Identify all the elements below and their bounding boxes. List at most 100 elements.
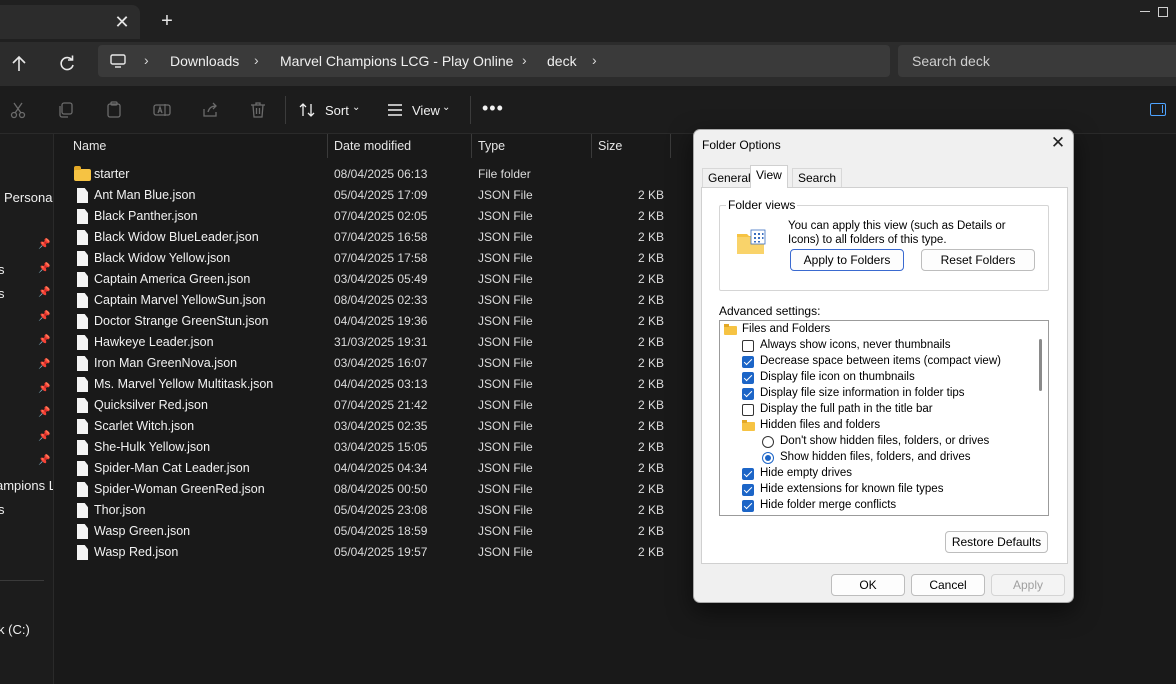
setting-item[interactable]: Display file icon on thumbnails bbox=[720, 370, 1035, 386]
sidebar-item-pinned-3[interactable]: s bbox=[0, 502, 5, 517]
copy-icon[interactable] bbox=[57, 101, 75, 119]
breadcrumb-chevron-icon[interactable]: › bbox=[144, 52, 149, 68]
address-bar[interactable]: › Downloads › Marvel Champions LCG - Pla… bbox=[98, 45, 890, 77]
reset-folders-button[interactable]: Reset Folders bbox=[921, 249, 1035, 271]
cancel-button[interactable]: Cancel bbox=[911, 574, 985, 596]
file-row[interactable]: Captain America Green.json 03/04/2025 05:… bbox=[55, 269, 695, 290]
maximize-icon[interactable] bbox=[1158, 7, 1168, 17]
setting-item[interactable]: Decrease space between items (compact vi… bbox=[720, 354, 1035, 370]
cut-icon[interactable] bbox=[9, 101, 27, 119]
apply-to-folders-button[interactable]: Apply to Folders bbox=[790, 249, 904, 271]
file-row[interactable]: Ms. Marvel Yellow Multitask.json 04/04/20… bbox=[55, 374, 695, 395]
file-row[interactable]: Black Panther.json 07/04/2025 02:05 JSON F… bbox=[55, 206, 695, 227]
radio-button[interactable] bbox=[762, 436, 774, 448]
file-row[interactable]: Doctor Strange GreenStun.json 04/04/2025 … bbox=[55, 311, 695, 332]
file-row[interactable]: Spider-Man Cat Leader.json 04/04/2025 04:… bbox=[55, 458, 695, 479]
pin-icon[interactable]: 📌 bbox=[38, 408, 50, 418]
breadcrumb-marvel-champions[interactable]: Marvel Champions LCG - Play Online bbox=[280, 53, 513, 69]
sidebar-item-pinned-2[interactable]: s bbox=[0, 286, 5, 301]
checkbox[interactable] bbox=[742, 340, 754, 352]
pin-icon[interactable]: 📌 bbox=[38, 312, 50, 322]
search-input[interactable]: Search deck bbox=[898, 45, 1176, 77]
breadcrumb-chevron-icon[interactable]: › bbox=[592, 52, 597, 68]
delete-icon[interactable] bbox=[249, 101, 267, 119]
tab-search[interactable]: Search bbox=[792, 168, 843, 187]
radio-button[interactable] bbox=[762, 452, 774, 464]
pin-icon[interactable]: 📌 bbox=[38, 288, 50, 298]
breadcrumb-chevron-icon[interactable]: › bbox=[522, 52, 527, 68]
setting-item[interactable]: Don't show hidden files, folders, or dri… bbox=[720, 434, 1035, 450]
checkbox[interactable] bbox=[742, 404, 754, 416]
apply-button[interactable]: Apply bbox=[991, 574, 1065, 596]
file-row[interactable]: Scarlet Witch.json 03/04/2025 02:35 JSON F… bbox=[55, 416, 695, 437]
file-row[interactable]: Captain Marvel YellowSun.json 08/04/2025 … bbox=[55, 290, 695, 311]
checkbox[interactable] bbox=[742, 388, 754, 400]
tab-general[interactable]: General bbox=[702, 168, 757, 187]
column-header-type[interactable]: Type bbox=[478, 134, 505, 158]
breadcrumb-downloads[interactable]: Downloads bbox=[170, 53, 239, 69]
pin-icon[interactable]: 📌 bbox=[38, 432, 50, 442]
column-header-date[interactable]: Date modified bbox=[334, 134, 411, 158]
details-pane-icon[interactable] bbox=[1150, 103, 1166, 116]
column-separator[interactable] bbox=[471, 134, 472, 158]
setting-item[interactable]: Display the full path in the title bar bbox=[720, 402, 1035, 418]
this-pc-icon[interactable] bbox=[110, 54, 126, 71]
file-row[interactable]: Iron Man GreenNova.json 03/04/2025 16:07 J… bbox=[55, 353, 695, 374]
checkbox[interactable] bbox=[742, 356, 754, 368]
setting-item[interactable]: Hidden files and folders bbox=[720, 418, 1035, 434]
paste-icon[interactable] bbox=[105, 101, 123, 119]
setting-item[interactable]: Hide empty drives bbox=[720, 466, 1035, 482]
checkbox[interactable] bbox=[742, 484, 754, 496]
tab-view[interactable]: View bbox=[750, 165, 788, 188]
sidebar-item-local-disk[interactable]: k (C:) bbox=[0, 622, 30, 637]
checkbox[interactable] bbox=[742, 372, 754, 384]
close-icon[interactable]: ✕ bbox=[1050, 134, 1066, 151]
column-separator[interactable] bbox=[670, 134, 671, 158]
setting-item[interactable]: Display file size information in folder … bbox=[720, 386, 1035, 402]
minimize-icon[interactable] bbox=[1140, 11, 1150, 12]
pin-icon[interactable]: 📌 bbox=[38, 384, 50, 394]
file-row[interactable]: Wasp Green.json 05/04/2025 18:59 JSON File… bbox=[55, 521, 695, 542]
file-row[interactable]: Spider-Woman GreenRed.json 08/04/2025 00:… bbox=[55, 479, 695, 500]
setting-item[interactable]: Show hidden files, folders, and drives bbox=[720, 450, 1035, 466]
more-options-icon[interactable]: ••• bbox=[482, 99, 504, 117]
column-separator[interactable] bbox=[327, 134, 328, 158]
pin-icon[interactable]: 📌 bbox=[38, 336, 50, 346]
setting-item[interactable]: Files and Folders bbox=[720, 322, 1035, 338]
share-icon[interactable] bbox=[201, 101, 219, 119]
close-tab-icon[interactable]: ✕ bbox=[114, 13, 130, 31]
refresh-icon[interactable] bbox=[54, 51, 80, 77]
sidebar-item-marvel-champions[interactable]: ampions L bbox=[0, 478, 53, 493]
ok-button[interactable]: OK bbox=[831, 574, 905, 596]
file-row[interactable]: She-Hulk Yellow.json 03/04/2025 15:05 JSON… bbox=[55, 437, 695, 458]
pin-icon[interactable]: 📌 bbox=[38, 360, 50, 370]
scrollbar-thumb[interactable] bbox=[1039, 339, 1042, 391]
file-row[interactable]: Black Widow Yellow.json 07/04/2025 17:58 J… bbox=[55, 248, 695, 269]
file-row[interactable]: Quicksilver Red.json 07/04/2025 21:42 JSON… bbox=[55, 395, 695, 416]
checkbox[interactable] bbox=[742, 500, 754, 512]
file-row[interactable]: Wasp Red.json 05/04/2025 19:57 JSON File 2 … bbox=[55, 542, 695, 563]
column-separator[interactable] bbox=[591, 134, 592, 158]
file-row[interactable]: starter 08/04/2025 06:13 File folder bbox=[55, 164, 695, 185]
breadcrumb-chevron-icon[interactable]: › bbox=[254, 52, 259, 68]
column-header-name[interactable]: Name bbox=[73, 134, 106, 158]
pin-icon[interactable]: 📌 bbox=[38, 240, 50, 250]
file-row[interactable]: Thor.json 05/04/2025 23:08 JSON File 2 KB bbox=[55, 500, 695, 521]
file-row[interactable]: Black Widow BlueLeader.json 07/04/2025 16… bbox=[55, 227, 695, 248]
setting-item[interactable]: Hide folder merge conflicts bbox=[720, 498, 1035, 514]
checkbox[interactable] bbox=[742, 468, 754, 480]
rename-icon[interactable] bbox=[153, 101, 171, 119]
pin-icon[interactable]: 📌 bbox=[38, 456, 50, 466]
file-row[interactable]: Ant Man Blue.json 05/04/2025 17:09 JSON Fi… bbox=[55, 185, 695, 206]
setting-item[interactable]: Hide extensions for known file types bbox=[720, 482, 1035, 498]
explorer-tab[interactable]: ✕ bbox=[0, 5, 140, 39]
breadcrumb-deck[interactable]: deck bbox=[547, 53, 577, 69]
file-row[interactable]: Hawkeye Leader.json 31/03/2025 19:31 JSON … bbox=[55, 332, 695, 353]
new-tab-icon[interactable]: + bbox=[158, 11, 176, 31]
sidebar-item-personal[interactable]: Personal bbox=[4, 190, 53, 205]
advanced-settings-list[interactable]: Files and Folders Always show icons, neve… bbox=[719, 320, 1049, 516]
column-header-size[interactable]: Size bbox=[598, 134, 622, 158]
pin-icon[interactable]: 📌 bbox=[38, 264, 50, 274]
setting-item[interactable]: Always show icons, never thumbnails bbox=[720, 338, 1035, 354]
up-arrow-icon[interactable] bbox=[6, 51, 32, 77]
